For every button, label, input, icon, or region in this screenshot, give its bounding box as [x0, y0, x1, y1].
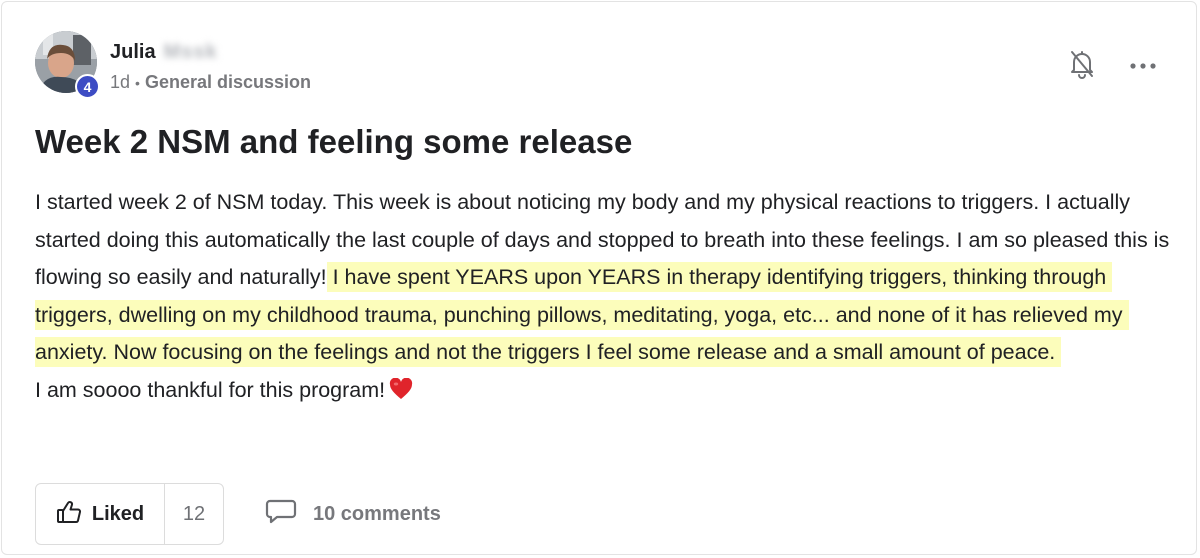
like-group: Liked 12 — [35, 483, 224, 545]
post-card: 4 Julia Mssk 1d • General discussion Wee… — [1, 1, 1197, 555]
meta-separator: • — [135, 74, 140, 91]
like-label: Liked — [91, 502, 145, 525]
level-badge: 4 — [75, 74, 100, 99]
comment-icon — [265, 499, 297, 530]
comments-button[interactable]: 10 comments — [265, 498, 441, 530]
notifications-toggle-button[interactable] — [1066, 49, 1098, 83]
post-meta: 1d • General discussion — [110, 72, 311, 93]
comments-label: 10 comments — [313, 502, 441, 525]
author-surname-redacted: Mssk — [163, 40, 218, 63]
author-avatar[interactable]: 4 — [35, 31, 100, 99]
post-body: I started week 2 of NSM today. This week… — [35, 184, 1175, 412]
post-title[interactable]: Week 2 NSM and feeling some release — [35, 120, 632, 164]
body-text: I am soooo thankful for this program! — [35, 377, 386, 402]
like-button[interactable]: Liked — [36, 484, 165, 544]
more-horizontal-icon — [1129, 57, 1157, 75]
post-category[interactable]: General discussion — [145, 72, 311, 93]
heart-emoji-icon — [389, 375, 413, 413]
thumbs-up-icon — [56, 500, 82, 529]
post-time: 1d — [110, 72, 131, 92]
body-paragraph: I started week 2 of NSM today. This week… — [35, 184, 1175, 372]
like-count[interactable]: 12 — [165, 484, 223, 544]
bell-off-icon — [1069, 49, 1095, 84]
author-row: Julia Mssk — [110, 38, 218, 66]
author-name[interactable]: Julia — [110, 41, 156, 64]
body-paragraph: I am soooo thankful for this program! — [35, 372, 1175, 413]
more-options-button[interactable] — [1126, 52, 1160, 80]
